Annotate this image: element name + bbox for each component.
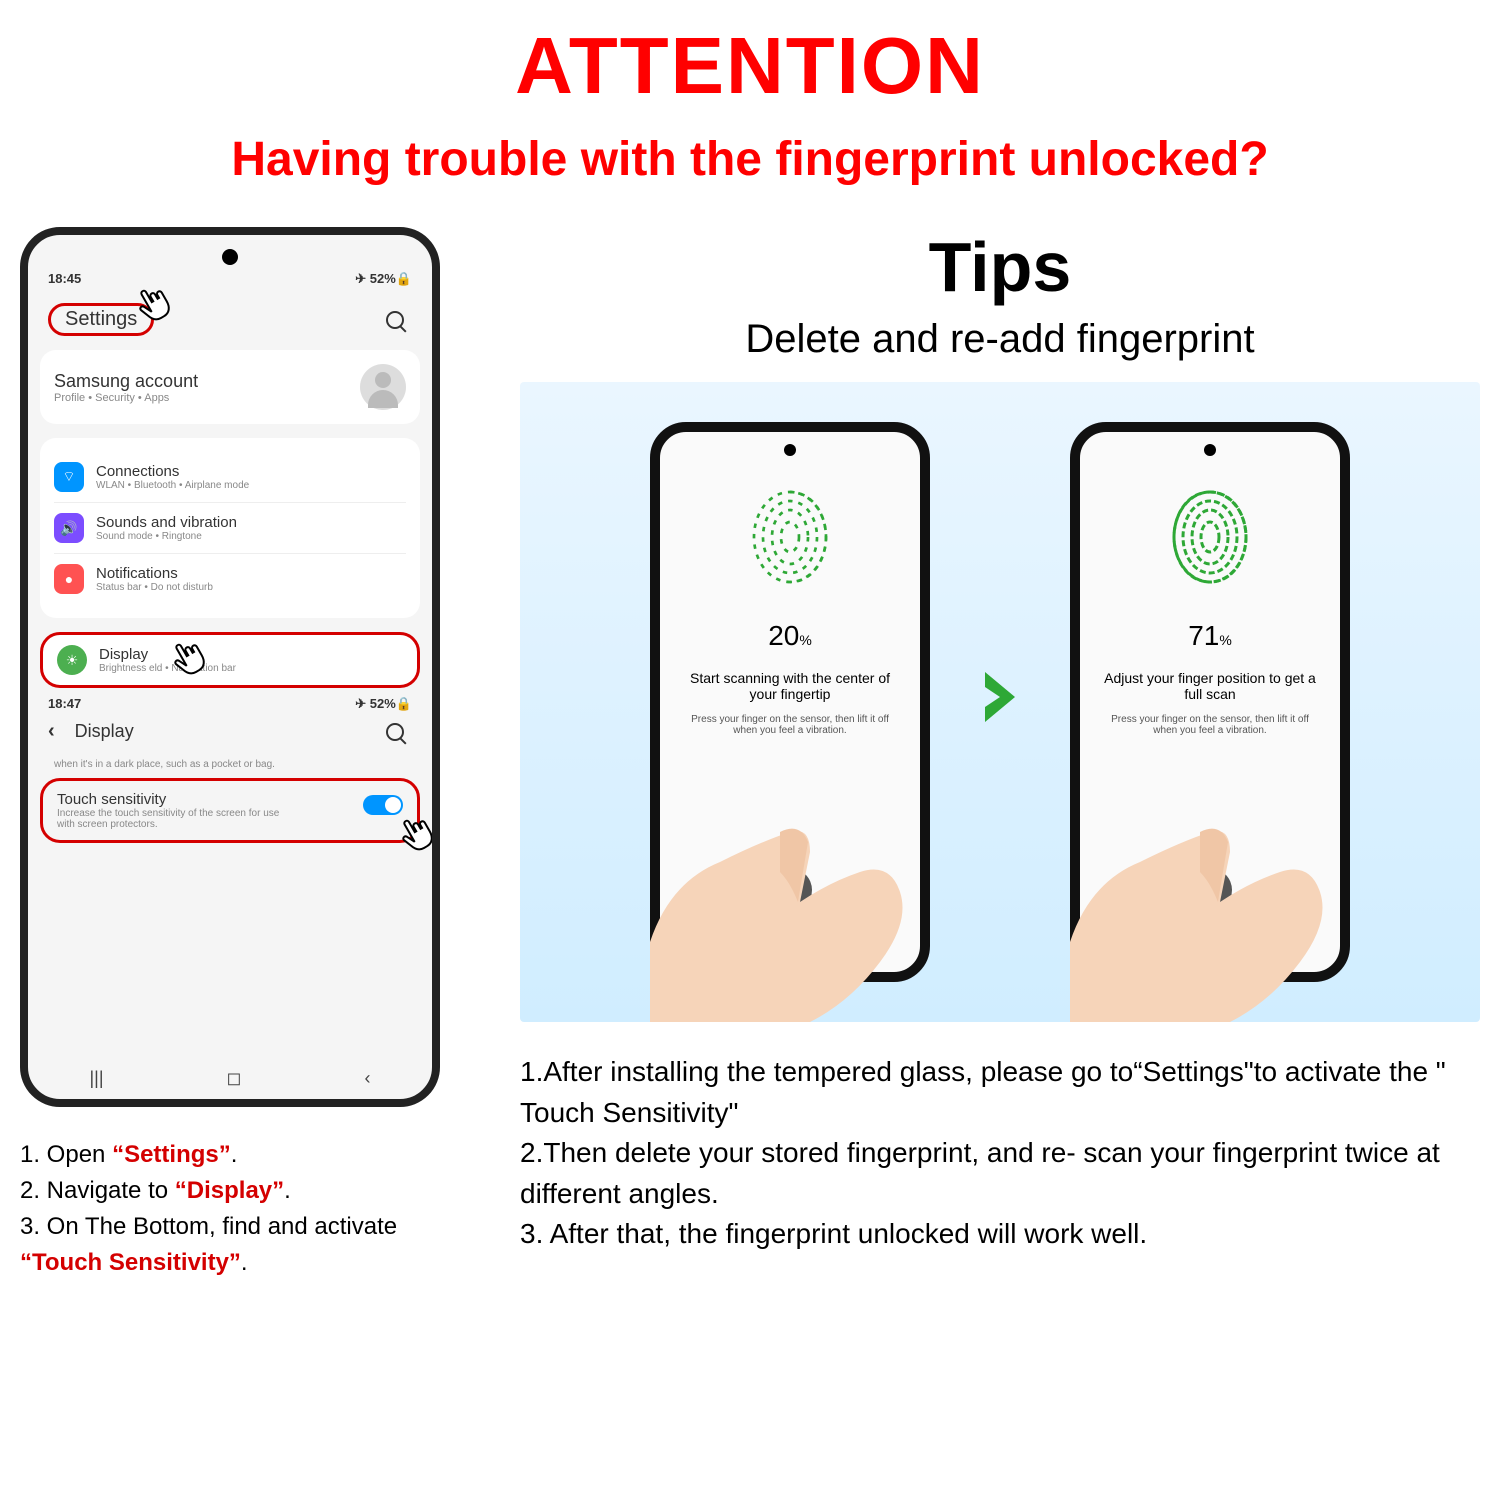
sounds-sub: Sound mode • Ringtone xyxy=(96,531,237,542)
touch-sensitivity-toggle[interactable] xyxy=(363,795,403,815)
display-header-title: Display xyxy=(75,721,134,742)
connections-sub: WLAN • Bluetooth • Airplane mode xyxy=(96,480,249,491)
sensor-icon xyxy=(768,868,812,912)
sensor-icon xyxy=(1188,868,1232,912)
notifications-sub: Status bar • Do not disturb xyxy=(96,582,213,593)
nav-recent-icon[interactable]: ||| xyxy=(90,1068,104,1089)
scan-title-2: Adjust your finger position to get a ful… xyxy=(1080,670,1340,702)
phone-notch xyxy=(1204,444,1216,456)
left-step-2: 2. Navigate to “Display”. xyxy=(20,1173,480,1209)
display-sub: Brightness eld • Navigation bar xyxy=(99,663,236,674)
right-step-2: 2.Then delete your stored fingerprint, a… xyxy=(520,1133,1480,1214)
settings-list-card: ⌔ Connections WLAN • Bluetooth • Airplan… xyxy=(40,438,420,618)
avatar-icon xyxy=(360,364,406,410)
status-right: ✈ 52%🔒 xyxy=(355,271,412,287)
wifi-icon: ⌔ xyxy=(54,462,84,492)
pointer-hand-icon xyxy=(391,808,440,870)
fingerprint-phone-2: 71% Adjust your finger position to get a… xyxy=(1070,422,1350,982)
phone-notch xyxy=(784,444,796,456)
phone-settings-mockup: 18:45 ✈ 52%🔒 Settings Samsung account Pr… xyxy=(20,227,440,1107)
scan-desc-1: Press your finger on the sensor, then li… xyxy=(660,714,920,736)
samsung-account-card[interactable]: Samsung account Profile • Security • App… xyxy=(40,350,420,424)
fingerprint-icon xyxy=(745,482,835,592)
search-icon[interactable] xyxy=(386,311,404,329)
nav-home-icon[interactable]: ◻ xyxy=(227,1068,242,1089)
connections-title: Connections xyxy=(96,463,249,480)
sounds-title: Sounds and vibration xyxy=(96,514,237,531)
status-time-2: 18:47 xyxy=(48,696,81,712)
back-icon[interactable]: ‹ xyxy=(48,720,55,743)
notifications-title: Notifications xyxy=(96,565,213,582)
truncated-text: when it's in a dark place, such as a poc… xyxy=(40,759,420,778)
notifications-item[interactable]: ● Notifications Status bar • Do not dist… xyxy=(54,554,406,604)
sound-icon: 🔊 xyxy=(54,513,84,543)
touch-sensitivity-highlight[interactable]: Touch sensitivity Increase the touch sen… xyxy=(40,778,420,843)
notification-icon: ● xyxy=(54,564,84,594)
tips-subtitle: Delete and re-add fingerprint xyxy=(520,317,1480,362)
account-title: Samsung account xyxy=(54,371,198,392)
search-icon[interactable] xyxy=(386,723,404,741)
status-time: 18:45 xyxy=(48,271,81,287)
scan-desc-2: Press your finger on the sensor, then li… xyxy=(1080,714,1340,736)
display-title: Display xyxy=(99,646,236,663)
display-item-highlight[interactable]: ☀ Display Brightness eld • Navigation ba… xyxy=(40,632,420,688)
tips-illustration: 20% Start scanning with the center of yo… xyxy=(520,382,1480,1022)
nav-back-icon[interactable]: ‹ xyxy=(364,1068,370,1089)
right-step-1: 1.After installing the tempered glass, p… xyxy=(520,1052,1480,1133)
scan-title-1: Start scanning with the center of your f… xyxy=(660,670,920,702)
scan-percent-1: 20% xyxy=(768,620,812,652)
arrow-right-icon xyxy=(970,667,1030,738)
display-icon: ☀ xyxy=(57,645,87,675)
attention-heading: ATTENTION xyxy=(0,20,1500,112)
status-right-2: ✈ 52%🔒 xyxy=(355,696,412,712)
tips-heading: Tips xyxy=(520,227,1480,307)
fingerprint-icon xyxy=(1165,482,1255,592)
left-step-1: 1. Open “Settings”. xyxy=(20,1137,480,1173)
right-instruction-list: 1.After installing the tempered glass, p… xyxy=(520,1052,1480,1255)
sounds-item[interactable]: 🔊 Sounds and vibration Sound mode • Ring… xyxy=(54,503,406,554)
scan-percent-2: 71% xyxy=(1188,620,1232,652)
left-instruction-list: 1. Open “Settings”. 2. Navigate to “Disp… xyxy=(20,1137,480,1281)
connections-item[interactable]: ⌔ Connections WLAN • Bluetooth • Airplan… xyxy=(54,452,406,503)
phone-notch xyxy=(222,249,238,265)
settings-button-highlight[interactable]: Settings xyxy=(48,303,154,336)
account-subtitle: Profile • Security • Apps xyxy=(54,392,198,404)
fingerprint-phone-1: 20% Start scanning with the center of yo… xyxy=(650,422,930,982)
right-step-3: 3. After that, the fingerprint unlocked … xyxy=(520,1214,1480,1255)
touch-sub: Increase the touch sensitivity of the sc… xyxy=(57,808,297,830)
touch-title: Touch sensitivity xyxy=(57,791,297,808)
subtitle-text: Having trouble with the fingerprint unlo… xyxy=(0,132,1500,187)
left-step-3: 3. On The Bottom, find and activate “Tou… xyxy=(20,1209,480,1281)
